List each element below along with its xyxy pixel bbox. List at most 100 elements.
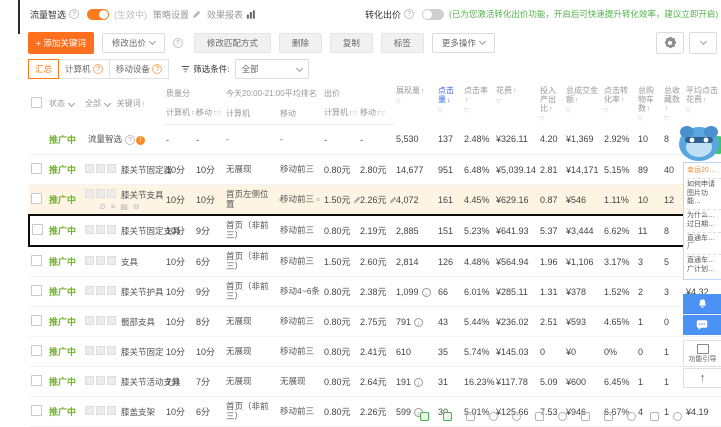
copy-button[interactable]: 复制 bbox=[329, 32, 373, 53]
keyword-text[interactable]: 髋部支具 bbox=[121, 317, 155, 327]
row-checkbox[interactable] bbox=[31, 255, 42, 267]
bottom-toolbar-icon[interactable] bbox=[558, 412, 567, 421]
notification-button[interactable] bbox=[683, 294, 721, 314]
keyword-action-icon[interactable]: ▤ bbox=[120, 202, 128, 211]
clicks-cell: 35 bbox=[436, 336, 463, 368]
help-link[interactable]: 直通车…厂 bbox=[687, 233, 721, 255]
row-checkbox[interactable] bbox=[31, 315, 42, 327]
help-link[interactable]: 为什么…过日期… bbox=[687, 210, 721, 233]
bid-mobile-subheader[interactable]: 移动↑▽ bbox=[358, 103, 395, 126]
mascot-icon[interactable] bbox=[677, 120, 721, 162]
keyword-action-icon[interactable]: ⊙ bbox=[99, 202, 106, 211]
bottom-toolbar-icon[interactable] bbox=[650, 412, 659, 421]
bottom-toolbar-icon[interactable] bbox=[443, 412, 452, 421]
metric-column-header[interactable]: 花费↑ ▽ bbox=[494, 84, 538, 125]
favorites-cell: 1 bbox=[662, 336, 685, 368]
metric-column-header[interactable]: 展现量↑ ▽ bbox=[394, 84, 436, 125]
bid-mobile-cell: - bbox=[358, 124, 395, 156]
bottom-toolbar-icon[interactable] bbox=[420, 412, 429, 421]
bottom-toolbar-icon[interactable] bbox=[604, 412, 613, 421]
table-body: 推广中 流量智选?! - - - - - -5,530 137 2.48% ¥326.11 4.20 ¥… bbox=[28, 124, 721, 427]
filter-icon bbox=[182, 65, 190, 72]
feature-guide-button[interactable]: 功能引导 bbox=[683, 340, 721, 368]
subheader-label: 计算机 bbox=[166, 108, 190, 118]
metric-column-header[interactable]: 总收藏数↑ ▽ bbox=[662, 84, 684, 125]
delete-button[interactable]: 删除 bbox=[278, 32, 322, 53]
modify-bid-dropdown[interactable]: 修改出价 bbox=[101, 32, 165, 53]
rank-list-icon[interactable]: ≡ bbox=[316, 197, 320, 204]
keyword-text[interactable]: 膝关节支具 bbox=[121, 190, 164, 200]
quality-pc-subheader[interactable]: 计算机↑▽ bbox=[164, 103, 199, 126]
bottom-toolbar-icon[interactable] bbox=[466, 412, 475, 421]
bottom-toolbar-icon[interactable] bbox=[673, 412, 682, 421]
carts-cell: 2 bbox=[636, 276, 663, 308]
tab-computer[interactable]: 计算机 ? bbox=[58, 59, 110, 79]
filter-dropdown[interactable]: 全部 bbox=[234, 59, 309, 79]
keyword-text[interactable]: 膝关节固定 bbox=[121, 347, 164, 357]
keyword-text[interactable]: 膝关节护具 bbox=[121, 287, 164, 297]
metric-column-header[interactable]: 总成交金额↑ ▽ bbox=[564, 84, 602, 125]
tab-mobile[interactable]: 移动设备 ? bbox=[108, 59, 170, 79]
strategy-settings-link[interactable]: 策略设置 bbox=[153, 8, 189, 21]
help-link[interactable]: 如何申请图片功能… bbox=[687, 179, 721, 210]
keyword-column-header[interactable]: 全部 关键词↑ bbox=[83, 84, 164, 125]
more-actions-dropdown[interactable]: 更多操作 bbox=[431, 32, 495, 53]
bottom-toolbar-icon[interactable] bbox=[627, 412, 636, 421]
bottom-toolbar-icon[interactable] bbox=[581, 412, 590, 421]
select-all-checkbox[interactable] bbox=[31, 97, 42, 109]
convert-bid-toggle[interactable] bbox=[422, 8, 445, 20]
flow-smart-select-toggle[interactable] bbox=[87, 8, 110, 20]
modify-match-button[interactable]: 修改匹配方式 bbox=[193, 32, 271, 53]
status-column-header[interactable]: 状态 bbox=[47, 84, 83, 125]
help-link[interactable]: 幸运20… bbox=[687, 165, 721, 179]
keyword-action-icon[interactable]: ≡ bbox=[111, 202, 116, 211]
row-checkbox[interactable] bbox=[31, 193, 42, 205]
quality-pc-cell: 10分 bbox=[164, 246, 194, 278]
keyword-text[interactable]: 流量智选 bbox=[88, 134, 122, 144]
row-checkbox[interactable] bbox=[32, 224, 43, 236]
add-keyword-button[interactable]: + 添加关键词 bbox=[28, 31, 94, 54]
help-icon[interactable]: ? bbox=[404, 9, 415, 19]
metric-column-header[interactable]: 点击率↑ ▽ bbox=[462, 84, 494, 125]
report-link[interactable]: 效果报表 bbox=[207, 8, 243, 21]
metric-column-header[interactable]: 点击转化率↑ ▽ bbox=[602, 84, 636, 125]
bid-pc-subheader[interactable]: 计算机↑▽ bbox=[322, 103, 359, 126]
row-checkbox[interactable] bbox=[31, 163, 42, 175]
toggle-knob bbox=[423, 9, 433, 19]
chat-button[interactable] bbox=[683, 315, 721, 335]
tag-button[interactable]: 标签 bbox=[380, 32, 424, 53]
keyword-action-icon[interactable]: ⊖ bbox=[133, 202, 140, 211]
help-icon[interactable]: ? bbox=[125, 135, 136, 146]
row-checkbox[interactable] bbox=[31, 405, 42, 417]
subheader-label: 移动 bbox=[280, 108, 296, 118]
row-checkbox[interactable] bbox=[31, 285, 42, 297]
impressions-cell: 610 bbox=[394, 336, 437, 368]
impressions-value: 4,072 bbox=[396, 194, 419, 205]
keyword-text[interactable]: 支具 bbox=[121, 257, 138, 267]
metric-column-header[interactable]: 总购物车数↑ ▽ bbox=[636, 84, 662, 125]
help-link[interactable]: 直通车…广计划… bbox=[687, 255, 721, 277]
row-checkbox[interactable] bbox=[31, 345, 42, 357]
keyword-line: 膝关节支具 bbox=[85, 188, 164, 201]
bottom-toolbar-icon[interactable] bbox=[489, 412, 498, 421]
keyword-text[interactable]: 膝盖支架 bbox=[121, 407, 155, 417]
tab-summary[interactable]: 汇总 bbox=[28, 59, 60, 79]
metric-column-header[interactable]: 平均点击花费↑ ▽ bbox=[684, 84, 721, 125]
help-icon[interactable]: ? bbox=[69, 9, 80, 19]
keyword-type-filter[interactable]: 全部 bbox=[85, 99, 101, 108]
bottom-toolbar-icon[interactable] bbox=[535, 412, 544, 421]
bid-mobile-cell: 2.75元 bbox=[358, 306, 395, 338]
metric-column-header[interactable]: 投入产出比↑ ▽ bbox=[538, 84, 564, 125]
status-cell: 推广中 bbox=[47, 336, 83, 368]
keyword-text[interactable]: 膝关节固定器 bbox=[121, 165, 172, 175]
back-to-top-button[interactable]: ↑ bbox=[683, 368, 721, 388]
collapse-button[interactable] bbox=[689, 31, 717, 54]
row-checkbox[interactable] bbox=[31, 375, 42, 387]
help-icon[interactable]: ? bbox=[172, 37, 183, 48]
bottom-toolbar-icon[interactable] bbox=[512, 412, 521, 421]
table-row: 推广中 髋部支具 10分 8分 无展现 移动前三 0.80元 2.75元 791 ↓ 43 5.44%… bbox=[29, 306, 721, 338]
metric-column-header[interactable]: 点击量↓ ▽ bbox=[436, 84, 462, 125]
quality-mobile-subheader[interactable]: 移动↑▽ bbox=[194, 103, 224, 126]
column-settings-button[interactable] bbox=[656, 31, 684, 54]
roi-cell: 4.20 bbox=[538, 124, 565, 156]
